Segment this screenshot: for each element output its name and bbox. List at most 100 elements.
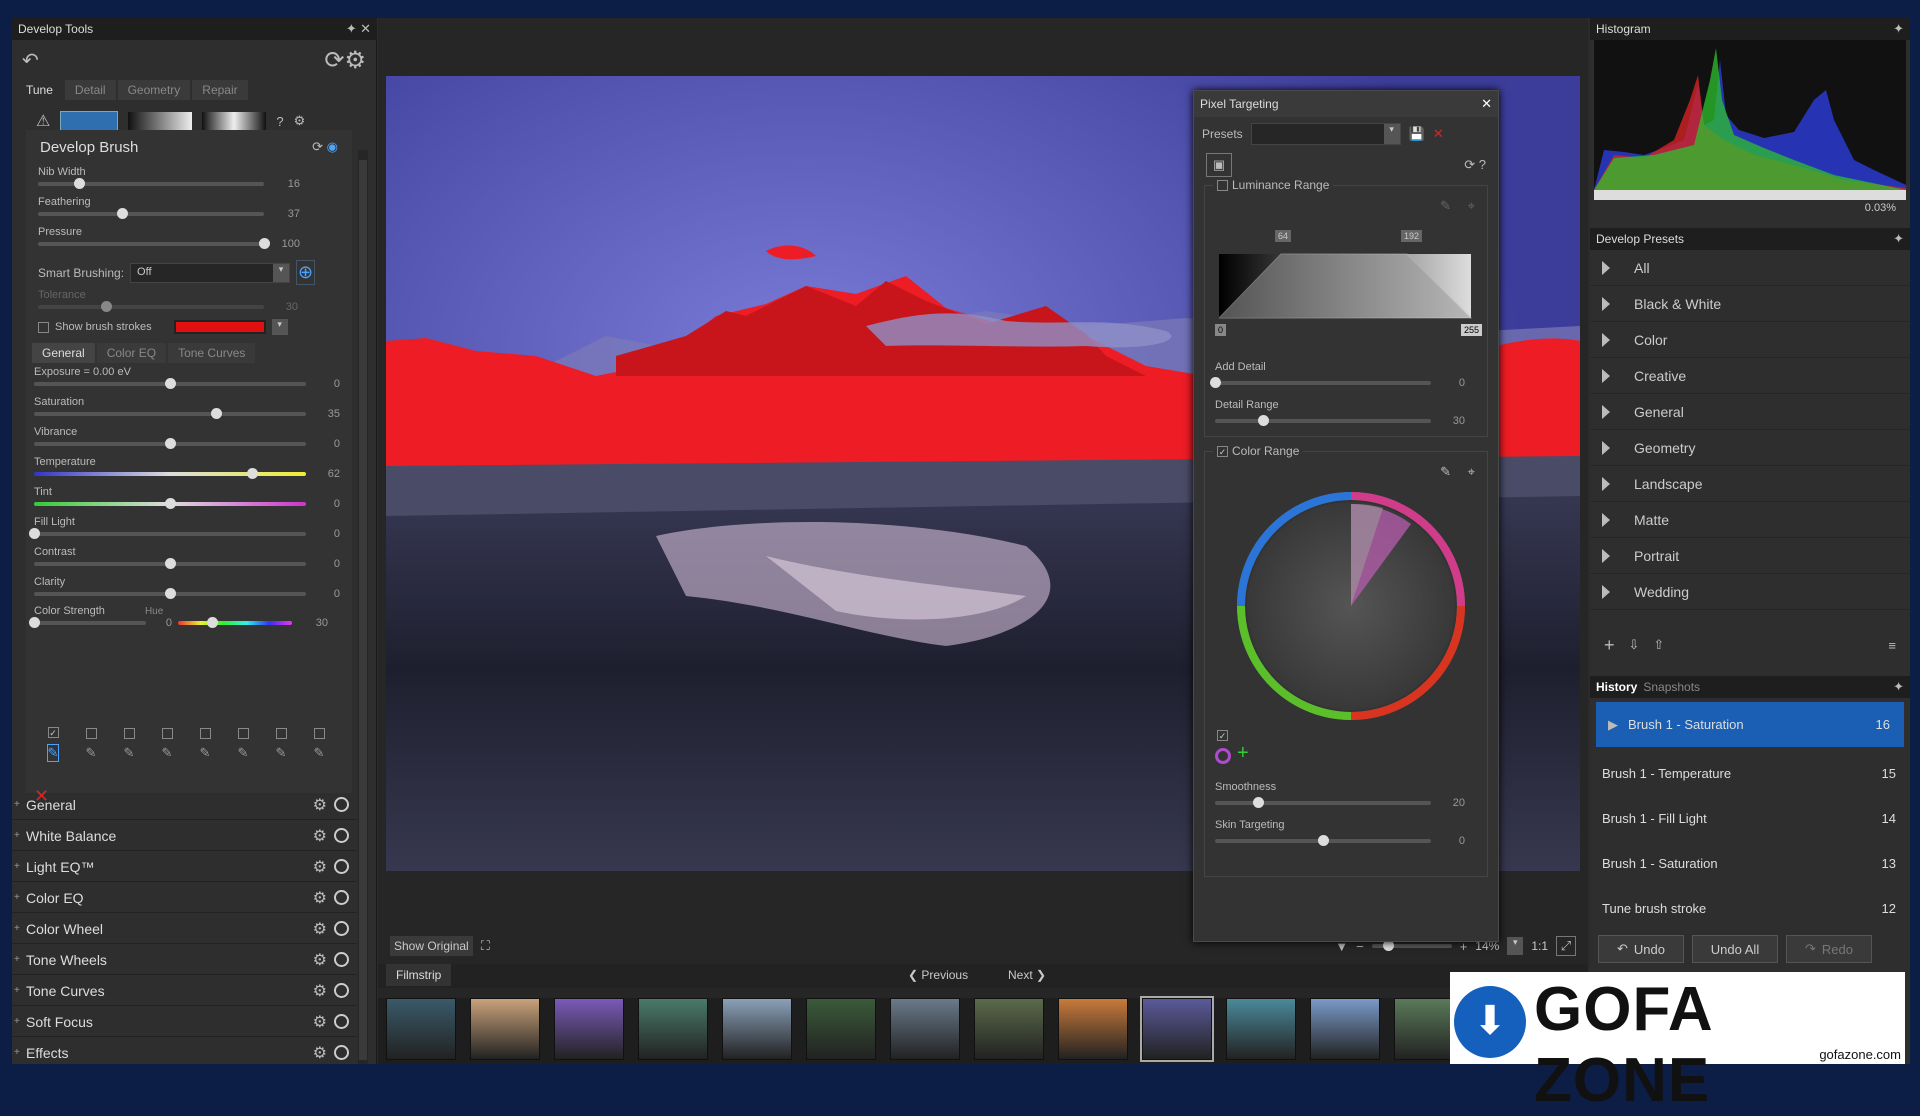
histogram-pin-icon[interactable]: ✦ (1893, 21, 1904, 37)
section-gear-icon[interactable]: ⚙ (313, 795, 327, 815)
section-gear-icon[interactable]: ⚙ (313, 1043, 327, 1063)
brush-slot[interactable]: ✎ (186, 728, 224, 761)
brush-icon[interactable]: ✎ (200, 745, 211, 761)
section-gear-icon[interactable]: ⚙ (313, 950, 327, 970)
pin-icon[interactable]: ✦ (346, 21, 357, 37)
tool-settings-icon[interactable]: ⚙ (294, 113, 306, 129)
adjust-slider[interactable] (34, 588, 306, 599)
brush-slider[interactable] (38, 238, 270, 249)
tool-section[interactable]: + Soft Focus ⚙ (12, 1007, 357, 1037)
stroke-color-swatch[interactable] (173, 320, 266, 334)
tab-detail[interactable]: Detail (64, 80, 116, 100)
section-toggle-icon[interactable] (334, 921, 349, 936)
section-gear-icon[interactable]: ⚙ (313, 857, 327, 877)
section-toggle-icon[interactable] (334, 1014, 349, 1029)
section-toggle-icon[interactable] (334, 1045, 349, 1060)
undo-arrow-icon[interactable]: ↶ (22, 48, 39, 73)
tab-tune[interactable]: Tune (16, 80, 63, 100)
brush-icon[interactable]: ✎ (314, 745, 325, 761)
section-gear-icon[interactable]: ⚙ (313, 888, 327, 908)
brush-slider[interactable] (38, 208, 264, 219)
mask-view-icon[interactable]: ▣ (1206, 153, 1232, 177)
settings-gear-icon[interactable]: ⚙ (344, 46, 366, 75)
slider-knob[interactable] (116, 208, 128, 219)
brush-icon[interactable]: ✎ (124, 745, 135, 761)
import-preset-icon[interactable]: ⇩ (1629, 637, 1640, 653)
brush-slot[interactable]: ✎ (262, 728, 300, 761)
skin-targeting-slider[interactable] (1215, 835, 1431, 846)
add-color-icon[interactable]: + (1237, 742, 1249, 765)
brush-slot[interactable]: ✎ (300, 728, 338, 761)
brush-slot-checkbox[interactable] (237, 728, 249, 739)
color-pin-icon[interactable]: ⌖ (1468, 464, 1475, 480)
preset-item[interactable]: Portrait (1590, 538, 1910, 574)
filmstrip-thumbnail[interactable] (638, 998, 708, 1060)
next-button[interactable]: Next ❯ (1008, 968, 1046, 982)
brush-slot[interactable]: ✎ (72, 728, 110, 761)
luminance-marker-min[interactable]: 0 (1215, 324, 1227, 336)
close-icon[interactable]: ✕ (360, 21, 371, 37)
section-toggle-icon[interactable] (334, 859, 349, 874)
undo-all-button[interactable]: Undo All (1692, 935, 1778, 963)
show-original-button[interactable]: Show Original (390, 936, 473, 956)
gradient-tool-button[interactable] (128, 112, 193, 130)
brush-slider[interactable] (38, 178, 264, 189)
color-eyedropper-icon[interactable]: ✎ (1440, 464, 1451, 480)
history-item[interactable]: Brush 1 - Saturation 13 (1590, 841, 1910, 886)
smoothness-slider[interactable] (1215, 797, 1431, 808)
preset-item[interactable]: Creative (1590, 358, 1910, 394)
targeting-help-icon[interactable]: ? (1479, 157, 1486, 172)
brush-icon[interactable]: ✎ (162, 745, 173, 761)
brush-icon[interactable]: ✎ (86, 745, 97, 761)
section-toggle-icon[interactable] (334, 952, 349, 967)
brush-icon[interactable]: ✎ (46, 744, 60, 762)
brush-icon[interactable]: ✎ (276, 745, 287, 761)
detail-range-slider[interactable] (1215, 415, 1431, 426)
previous-button[interactable]: ❮ Previous (908, 968, 968, 982)
fit-screen-icon[interactable]: ⤢ (1556, 936, 1576, 956)
slider-knob[interactable] (29, 528, 40, 539)
luminance-pin-icon[interactable]: ⌖ (1468, 198, 1475, 214)
brush-slot-checkbox[interactable] (161, 728, 173, 739)
add-preset-icon[interactable]: + (1604, 635, 1615, 656)
tab-color-eq[interactable]: Color EQ (96, 343, 167, 363)
pick-target-icon[interactable]: ⊕ (296, 260, 316, 285)
preset-item[interactable]: Geometry (1590, 430, 1910, 466)
tool-section[interactable]: + Tone Curves ⚙ (12, 976, 357, 1006)
brush-slot[interactable]: ✎ (148, 728, 186, 761)
section-gear-icon[interactable]: ⚙ (313, 919, 327, 939)
delete-preset-icon[interactable]: ✕ (1433, 126, 1444, 142)
tool-section[interactable]: + Color EQ ⚙ (12, 883, 357, 913)
filmstrip-thumbnail[interactable] (1058, 998, 1128, 1060)
slider-knob[interactable] (165, 498, 176, 509)
luminance-graph[interactable] (1219, 226, 1479, 336)
color-range-checkbox[interactable]: ✓ (1217, 445, 1228, 457)
tool-section[interactable]: + White Balance ⚙ (12, 821, 357, 851)
adjust-slider[interactable] (34, 378, 306, 389)
filmstrip-thumbnail[interactable] (1140, 996, 1214, 1062)
adjust-slider[interactable] (34, 468, 306, 479)
history-item[interactable]: Brush 1 - Temperature 15 (1590, 751, 1910, 796)
slider-knob[interactable] (211, 408, 223, 419)
filmstrip-thumbnail[interactable] (386, 998, 456, 1060)
reset-targeting-icon[interactable]: ⟳ (1464, 157, 1475, 173)
slider-knob[interactable] (73, 178, 85, 189)
slider-knob[interactable] (165, 558, 176, 569)
tool-section[interactable]: + Effects ⚙ (12, 1038, 357, 1064)
luminance-marker-max[interactable]: 255 (1461, 324, 1483, 336)
filmstrip-thumbnail[interactable] (470, 998, 540, 1060)
tab-snapshots[interactable]: Snapshots (1643, 680, 1700, 694)
filmstrip-thumbnail[interactable] (1226, 998, 1296, 1060)
ratio-button[interactable]: 1:1 (1531, 939, 1548, 953)
tolerance-slider[interactable] (38, 301, 264, 312)
preset-menu-icon[interactable]: ≡ (1888, 638, 1896, 653)
color-picker-icon[interactable] (1215, 748, 1231, 764)
brush-slot-checkbox[interactable] (313, 728, 325, 739)
left-scrollbar[interactable] (358, 150, 368, 1064)
slider-knob[interactable] (165, 378, 176, 389)
brush-slot[interactable]: ✓ ✎ (34, 727, 72, 762)
adjust-slider[interactable] (29, 528, 306, 539)
undo-button[interactable]: ↶ Undo (1598, 935, 1684, 963)
color-wheel[interactable] (1233, 488, 1469, 724)
brush-icon[interactable]: ✎ (238, 745, 249, 761)
